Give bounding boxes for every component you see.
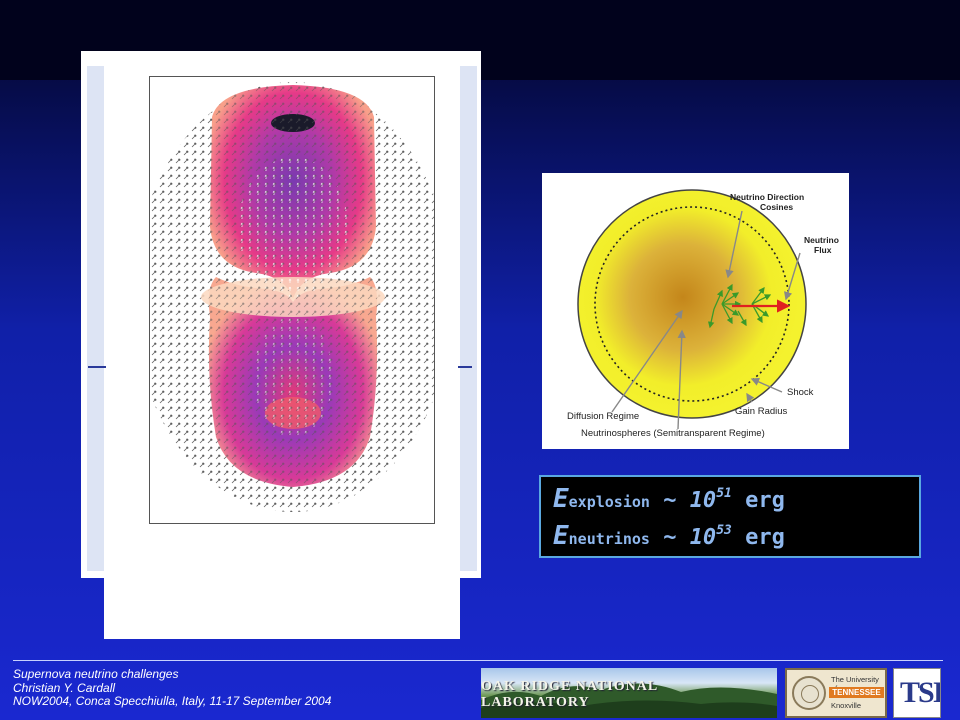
simulation-figure-edge-right — [460, 66, 477, 571]
neutrinos-energy-equation: Eneutrinos ~ 1053 erg — [553, 521, 785, 551]
footer-author: Christian Y. Cardall — [13, 680, 116, 695]
supernova-simulation-plot — [149, 76, 435, 524]
explosion-energy-equation: Eexplosion ~ 1051 erg — [553, 484, 785, 514]
label-direction-cosines: Neutrino Direction Cosines — [730, 192, 805, 212]
tsi-logo: TSI — [893, 668, 941, 718]
neutrino-transport-diagram: Neutrino Direction Cosines Neutrino Flux… — [542, 173, 849, 449]
star-circle — [577, 189, 807, 419]
footer-title: Supernova neutrino challenges — [13, 667, 179, 681]
divider-line-left — [88, 366, 106, 368]
divider-line-right — [458, 366, 472, 368]
label-diffusion-regime: Diffusion Regime — [567, 411, 640, 422]
ornl-logo: OAK RIDGE NATIONAL LABORATORY — [481, 668, 777, 718]
ornl-logo-text: OAK RIDGE NATIONAL LABORATORY — [481, 679, 658, 710]
footer-venue: NOW2004, Conca Specchiulla, Italy, 11-17… — [13, 694, 332, 708]
footer-divider — [13, 660, 943, 661]
label-neutrinospheres: Neutrinospheres (Semitransparent Regime) — [581, 428, 765, 439]
simulation-figure-edge-left — [87, 66, 104, 571]
energy-scale-box: Eexplosion ~ 1051 erg Eneutrinos ~ 1053 … — [539, 475, 921, 558]
university-seal-icon — [792, 676, 826, 710]
label-gain-radius: Gain Radius — [735, 406, 788, 417]
diagram-drawing — [577, 189, 807, 430]
university-of-tennessee-logo: The University of TENNESSEE Knoxville — [785, 668, 887, 718]
label-shock: Shock — [787, 387, 814, 398]
simulation-image — [150, 77, 434, 523]
label-neutrino-flux: Neutrino Flux — [804, 235, 839, 255]
footer-citation: Supernova neutrino challenges Christian … — [13, 667, 332, 709]
